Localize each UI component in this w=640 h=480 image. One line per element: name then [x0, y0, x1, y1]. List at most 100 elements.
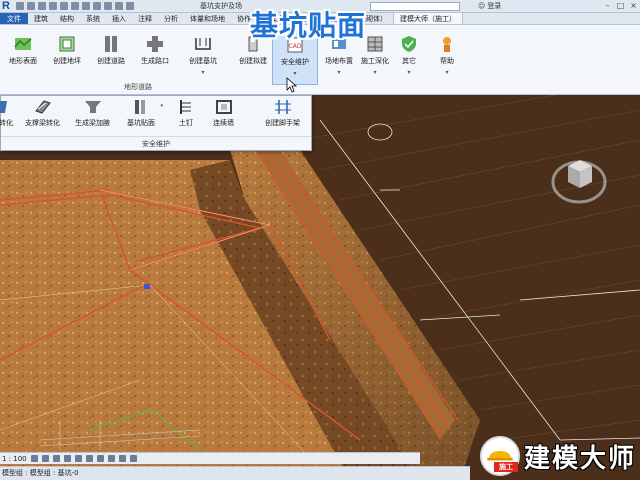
- measure-icon[interactable]: [71, 2, 79, 10]
- dropdown-arrow-icon[interactable]: ▾: [424, 69, 470, 76]
- tab-analyze[interactable]: 分析: [158, 13, 184, 24]
- undo-icon[interactable]: [38, 2, 46, 10]
- maximize-icon[interactable]: □: [616, 1, 625, 10]
- create-pit-button[interactable]: 创建基坑 ▾: [180, 29, 226, 85]
- road-junction-button[interactable]: 生成路口: [132, 29, 178, 85]
- create-road-icon: [105, 36, 117, 52]
- convert-icon: [0, 101, 7, 113]
- safety-maintenance-dropdown: 转化 支撑梁转化 生成梁加腋 基坑贴面 ▾ 土钉 连续墙 创建脚手架 安全维护: [0, 95, 312, 151]
- create-pit-icon: [195, 38, 211, 50]
- help-icon: [443, 37, 451, 52]
- tutorial-title-overlay: 基坑贴面: [250, 9, 367, 42]
- text-icon[interactable]: [82, 2, 90, 10]
- button-label: 安全维护: [281, 58, 309, 66]
- document-title: 基坑支护及场: [200, 2, 242, 10]
- dropdown-item-label: 连续墙: [213, 119, 234, 127]
- tab-master-construction[interactable]: 建模大师（施工）: [393, 13, 463, 24]
- button-label: 创建道路: [97, 57, 125, 65]
- close-hidden-icon[interactable]: [126, 2, 134, 10]
- scaffold-button[interactable]: 创建脚手架: [265, 99, 300, 128]
- dropdown-item-label: 基坑贴面: [127, 119, 155, 127]
- dropdown-item-label: 土钉: [179, 119, 193, 127]
- tab-architecture[interactable]: 建筑: [28, 13, 54, 24]
- save-icon[interactable]: [27, 2, 35, 10]
- app-logo[interactable]: R: [2, 0, 13, 13]
- dropdown-item-label: 创建脚手架: [265, 119, 300, 127]
- button-label: 创建基坑: [189, 57, 217, 65]
- scaffold-icon: [274, 100, 291, 114]
- convert-button[interactable]: 转化: [0, 99, 15, 128]
- visual-style-icon[interactable]: [41, 455, 49, 462]
- terrain-surface-button[interactable]: 地形表面: [0, 29, 46, 85]
- other-icon: [402, 36, 416, 52]
- 3d-view-icon[interactable]: [93, 2, 101, 10]
- view-cube[interactable]: [550, 152, 608, 210]
- login-label: 登录: [487, 2, 502, 10]
- create-pad-icon: [59, 36, 75, 52]
- beam-haunch-icon: [84, 101, 101, 113]
- mouse-pointer-icon: [286, 77, 298, 93]
- tab-file[interactable]: 文件: [0, 13, 28, 24]
- terrain-surface-icon: [14, 38, 32, 50]
- brand-badge-logo: 施工: [480, 436, 520, 476]
- reveal-hidden-icon[interactable]: [129, 455, 137, 462]
- button-label: 生成路口: [141, 57, 169, 65]
- quick-access-toolbar: [16, 2, 134, 11]
- open-icon[interactable]: [16, 2, 24, 10]
- soil-nail-button[interactable]: 土钉: [177, 99, 195, 128]
- minimize-icon[interactable]: –: [603, 1, 612, 10]
- pit-facing-button[interactable]: 基坑贴面 ▾: [127, 99, 163, 128]
- button-label: 创建拟建: [239, 57, 267, 65]
- tab-structure[interactable]: 结构: [54, 13, 80, 24]
- view-control-bar: 1 : 100: [0, 452, 420, 464]
- dropdown-item-label: 转化: [0, 119, 13, 127]
- help-button[interactable]: 帮助 ▾: [424, 29, 470, 85]
- login-area[interactable]: ☺ 登录: [478, 1, 501, 11]
- support-beam-convert-icon: [34, 100, 51, 114]
- tab-annotate[interactable]: 注释: [132, 13, 158, 24]
- section-icon[interactable]: [104, 2, 112, 10]
- pit-facing-icon: [135, 100, 145, 114]
- svg-text:CAD: CAD: [289, 43, 302, 50]
- tab-systems[interactable]: 系统: [80, 13, 106, 24]
- view-scale[interactable]: 1 : 100: [2, 455, 27, 463]
- support-beam-convert-button[interactable]: 支撑梁转化: [25, 99, 60, 128]
- lock-view-icon[interactable]: [107, 455, 115, 462]
- render-icon[interactable]: [74, 455, 82, 462]
- show-crop-icon[interactable]: [96, 455, 104, 462]
- diaphragm-wall-icon: [215, 100, 232, 114]
- ribbon-group-label: 地形道路: [124, 83, 152, 91]
- status-bar: 模型组 : 模型组 : 基坑-0: [0, 466, 470, 480]
- detail-level-icon[interactable]: [30, 455, 38, 462]
- temporary-hide-icon[interactable]: [118, 455, 126, 462]
- road-junction-icon: [147, 36, 163, 52]
- search-input[interactable]: [370, 2, 460, 11]
- button-label: 创建地坪: [53, 57, 81, 65]
- dropdown-item-label: 支撑梁转化: [25, 119, 60, 127]
- dropdown-group-label: 安全维护: [1, 136, 311, 150]
- button-label: 帮助: [440, 57, 454, 65]
- close-icon[interactable]: ×: [629, 1, 638, 10]
- beam-haunch-button[interactable]: 生成梁加腋: [75, 99, 110, 128]
- redo-icon[interactable]: [49, 2, 57, 10]
- print-icon[interactable]: [60, 2, 68, 10]
- brand-watermark: 施工 建模大师: [472, 432, 640, 480]
- expand-arrow-icon[interactable]: ▾: [160, 103, 163, 109]
- diaphragm-wall-button[interactable]: 连续墙: [213, 99, 234, 128]
- brand-name: 建模大师: [524, 444, 637, 474]
- window-controls: – □ ×: [603, 1, 638, 10]
- dropdown-arrow-icon[interactable]: ▾: [273, 70, 317, 77]
- construction-detail-icon: [367, 36, 383, 52]
- tab-massing-site[interactable]: 体量和场地: [184, 13, 231, 24]
- tab-insert[interactable]: 插入: [106, 13, 132, 24]
- sun-path-icon[interactable]: [52, 455, 60, 462]
- create-road-button[interactable]: 创建道路: [88, 29, 134, 85]
- create-pad-button[interactable]: 创建地坪: [44, 29, 90, 85]
- shadows-icon[interactable]: [63, 455, 71, 462]
- brand-badge-text: 施工: [494, 462, 518, 472]
- soil-nail-icon: [180, 100, 191, 114]
- thin-lines-icon[interactable]: [115, 2, 123, 10]
- dropdown-arrow-icon[interactable]: ▾: [180, 69, 226, 76]
- crop-view-icon[interactable]: [85, 455, 93, 462]
- user-icon: ☺: [478, 2, 486, 10]
